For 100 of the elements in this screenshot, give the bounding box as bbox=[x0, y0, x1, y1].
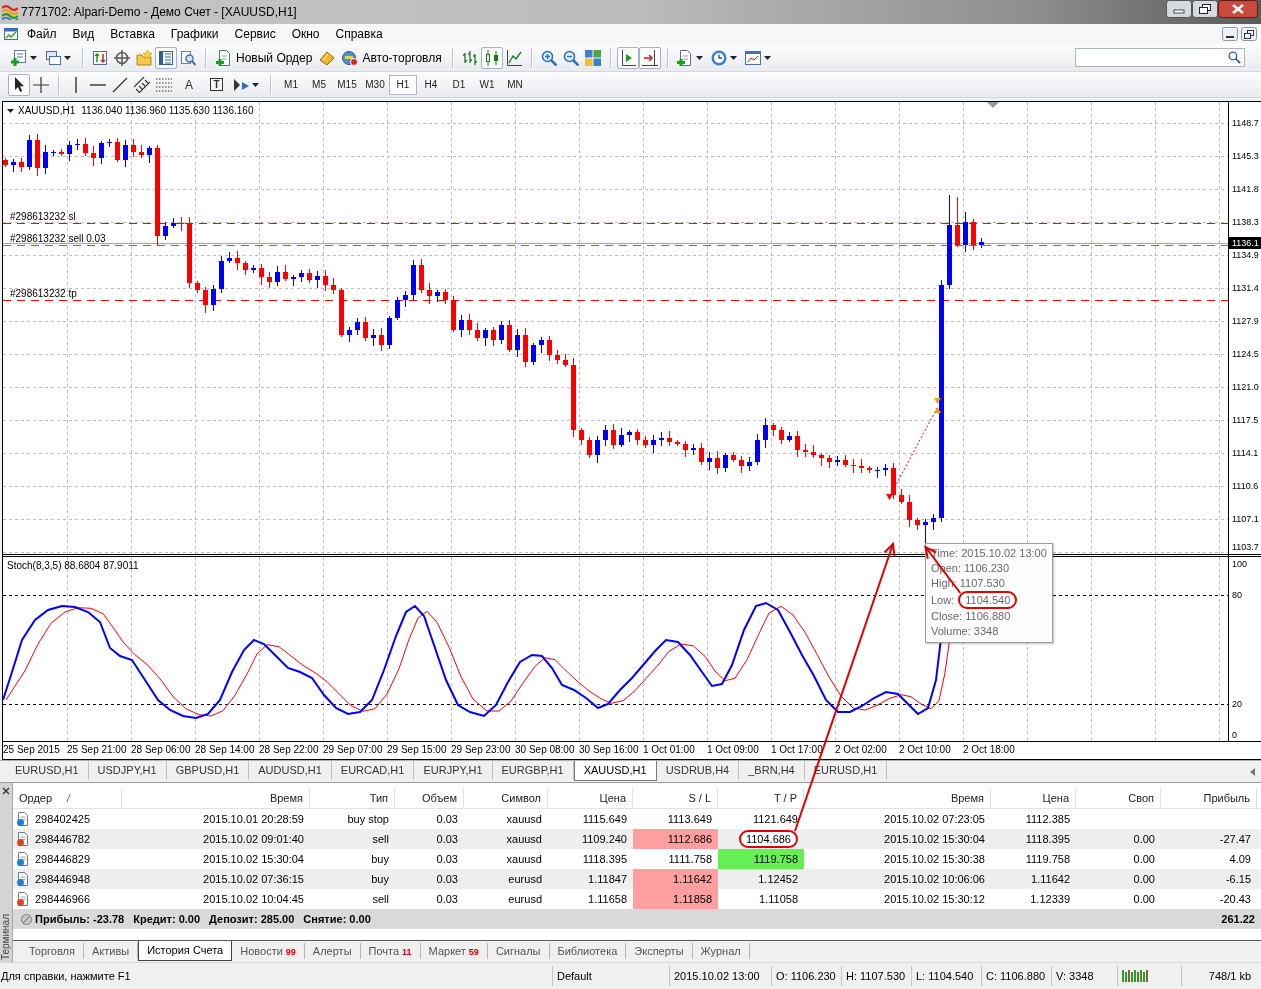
crosshair-icon[interactable] bbox=[33, 76, 49, 93]
chart-tab[interactable]: EURCAD,H1 bbox=[331, 761, 415, 780]
table-row[interactable]: 298446829 2015.10.02 15:30:04 buy 0.03 xauusd 1118.395 1111.758 1119.758 2015.10.02 15:30:38 1119.758 0.00 4.09 bbox=[13, 849, 1261, 869]
zoom-out-icon[interactable] bbox=[562, 49, 579, 66]
chart-tab[interactable]: USDRUB,H4 bbox=[656, 761, 740, 780]
column-header[interactable]: Ордер bbox=[19, 792, 53, 804]
document-plus-icon[interactable] bbox=[11, 49, 27, 66]
terminal-tab[interactable]: Маркет 59 bbox=[420, 943, 488, 959]
menu-item[interactable]: Вставка bbox=[102, 25, 163, 43]
caret-icon[interactable] bbox=[695, 55, 703, 60]
auto-trading-button[interactable]: Авто-торговля bbox=[338, 46, 446, 69]
menu-item[interactable]: Справка bbox=[327, 25, 391, 43]
column-header[interactable]: Символ bbox=[464, 788, 548, 808]
clock-icon[interactable] bbox=[710, 49, 727, 66]
table-row[interactable]: 298446782 2015.10.02 09:01:40 sell 0.03 xauusd 1109.240 1112.686 1104.686 2015.10.02 15:30:04 1118.395 0.00 -27.47 bbox=[13, 829, 1261, 849]
caret-icon[interactable] bbox=[64, 55, 71, 60]
column-header[interactable]: Время bbox=[122, 788, 310, 808]
terminal-tab[interactable]: Алерты bbox=[304, 943, 361, 959]
document-plus-icon[interactable] bbox=[676, 49, 693, 66]
menu-item[interactable]: Графики bbox=[162, 25, 227, 43]
terminal-tab[interactable]: Библиотека bbox=[549, 943, 627, 959]
table-row[interactable]: 298402425 2015.10.01 20:28:59 buy stop 0.03 xauusd 1115.649 1113.649 1121.649 2015.10.02 07:23:05 1112.385 bbox=[13, 809, 1261, 829]
minimize-icon[interactable] bbox=[1222, 27, 1238, 41]
new-order-button[interactable]: Новый Ордер bbox=[212, 46, 317, 69]
minimize-icon[interactable] bbox=[1166, 0, 1192, 18]
up-down-arrows-icon[interactable] bbox=[92, 49, 108, 66]
search-field[interactable] bbox=[1075, 48, 1245, 67]
chart-tab[interactable]: USDJPY,H1 bbox=[88, 761, 167, 780]
terminal-tab[interactable]: Новости 99 bbox=[232, 943, 305, 959]
timeframe-button[interactable]: H1 bbox=[389, 74, 417, 95]
hatched-channel-icon[interactable] bbox=[134, 76, 150, 93]
triangle-marker-icon[interactable] bbox=[987, 102, 999, 108]
stop-loss-line[interactable] bbox=[3, 223, 1228, 224]
column-header[interactable]: Цена bbox=[991, 788, 1076, 808]
timeframe-button[interactable]: H4 bbox=[417, 74, 445, 95]
caret-icon[interactable] bbox=[7, 108, 14, 113]
timeframe-button[interactable]: MN bbox=[501, 74, 529, 95]
close-icon[interactable] bbox=[1218, 0, 1258, 18]
left-triangle-icon[interactable] bbox=[1250, 767, 1255, 776]
text-tool-button[interactable]: A bbox=[178, 73, 200, 96]
line-chart-icon[interactable] bbox=[505, 49, 522, 66]
document-magnifier-icon[interactable] bbox=[180, 49, 196, 66]
chart-tab[interactable]: GBPUSD,H1 bbox=[166, 761, 250, 780]
terminal-tab[interactable]: История Счета bbox=[138, 941, 233, 961]
candlestick-icon[interactable] bbox=[480, 46, 503, 69]
stacked-windows-icon[interactable] bbox=[45, 49, 61, 66]
terminal-tab[interactable]: Журнал bbox=[692, 943, 750, 959]
list-window-icon[interactable] bbox=[155, 46, 177, 69]
column-header[interactable]: Цена bbox=[548, 788, 633, 808]
column-header[interactable]: S / L bbox=[633, 788, 718, 808]
terminal-tab[interactable]: Сигналы bbox=[487, 943, 550, 959]
arrowheads-icon[interactable] bbox=[233, 76, 249, 93]
caret-icon[interactable] bbox=[729, 55, 737, 60]
bar-chart-icon[interactable] bbox=[461, 49, 478, 66]
chart-tab[interactable]: _BRN,H4 bbox=[739, 761, 805, 780]
menu-item[interactable]: Вид bbox=[64, 25, 103, 43]
caret-icon[interactable] bbox=[30, 55, 37, 60]
timeframe-button[interactable]: W1 bbox=[473, 74, 501, 95]
chart-tab[interactable]: EURUSD,H1 bbox=[6, 761, 89, 780]
table-row[interactable]: 298446948 2015.10.02 07:36:15 buy 0.03 eurusd 1.11847 1.11642 1.12452 2015.10.02 10:06:06 1.11642 0.00 -6.15 bbox=[13, 869, 1261, 889]
chart-window-icon[interactable] bbox=[3, 26, 19, 42]
restore-icon[interactable] bbox=[1241, 27, 1257, 41]
column-header[interactable]: Своп bbox=[1076, 788, 1161, 808]
target-icon[interactable] bbox=[114, 49, 130, 66]
arrow-to-line-icon[interactable] bbox=[638, 46, 661, 69]
four-tiles-icon[interactable] bbox=[584, 49, 601, 66]
trend-line-icon[interactable] bbox=[112, 76, 128, 93]
timeframe-button[interactable]: M5 bbox=[305, 74, 333, 95]
label-tool-button[interactable]: T bbox=[210, 78, 223, 91]
terminal-tab[interactable]: Торговля bbox=[21, 943, 84, 959]
timeframe-button[interactable]: M30 bbox=[361, 74, 389, 95]
menu-item[interactable]: Окно bbox=[283, 25, 328, 43]
dotted-lines-icon[interactable] bbox=[156, 76, 172, 93]
take-profit-line[interactable] bbox=[3, 300, 1228, 301]
zoom-in-icon[interactable] bbox=[540, 49, 557, 66]
cursor-icon[interactable] bbox=[8, 73, 30, 96]
column-header[interactable]: Прибыль bbox=[1161, 788, 1257, 808]
timeframe-button[interactable]: D1 bbox=[445, 74, 473, 95]
sort-indicator-icon[interactable] bbox=[66, 793, 72, 803]
timeframe-button[interactable]: M15 bbox=[333, 74, 361, 95]
chart-tab[interactable]: EURJPY,H1 bbox=[414, 761, 493, 780]
folder-star-icon[interactable] bbox=[136, 49, 152, 66]
column-header[interactable]: Объем bbox=[395, 788, 464, 808]
restore-icon[interactable] bbox=[1192, 0, 1218, 18]
column-header[interactable]: T / P bbox=[718, 788, 804, 808]
menu-item[interactable]: Файл bbox=[19, 25, 65, 43]
timeframe-button[interactable]: M1 bbox=[277, 74, 305, 95]
caret-icon[interactable] bbox=[763, 55, 771, 60]
chart-tab[interactable]: EURGBP,H1 bbox=[492, 761, 574, 780]
chart-tab[interactable]: AUDUSD,H1 bbox=[249, 761, 332, 780]
menu-item[interactable]: Сервис bbox=[226, 25, 284, 43]
chart-tab[interactable]: XAUUSD,H1 bbox=[573, 761, 657, 781]
caret-icon[interactable] bbox=[252, 82, 259, 87]
close-icon[interactable] bbox=[2, 787, 10, 795]
column-header[interactable]: Время bbox=[804, 788, 991, 808]
table-row[interactable]: 298446966 2015.10.02 10:04:45 sell 0.03 eurusd 1.11658 1.11858 1.11058 2015.10.02 15:30:12 1.12339 0.00 -20.43 bbox=[13, 889, 1261, 909]
search-icon[interactable] bbox=[1228, 51, 1241, 64]
eraser-icon[interactable] bbox=[319, 49, 336, 66]
chart-window-icon[interactable] bbox=[744, 49, 761, 66]
column-header[interactable]: Тип bbox=[310, 788, 395, 808]
